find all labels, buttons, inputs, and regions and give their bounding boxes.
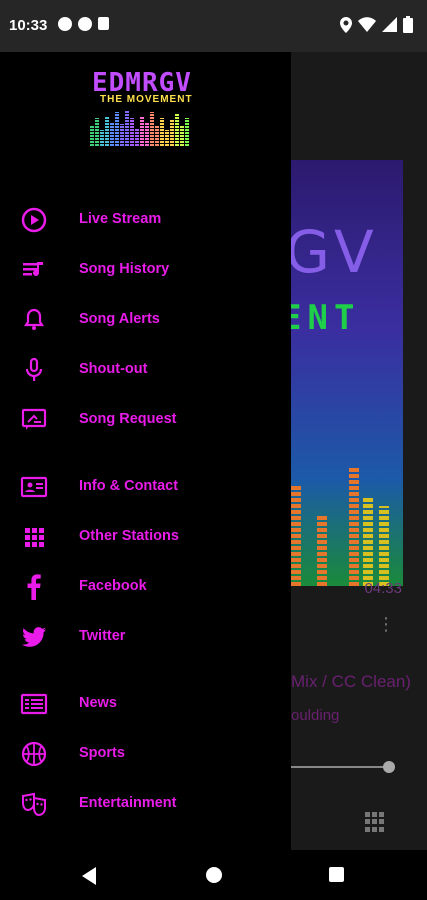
news-icon xyxy=(20,693,48,715)
menu-item-label: Live Stream xyxy=(79,211,162,227)
album-art-title: GV xyxy=(291,218,378,286)
menu-item-song-request[interactable]: Song Request xyxy=(0,398,291,442)
status-right-icons xyxy=(340,16,413,33)
wifi-icon xyxy=(358,17,376,32)
menu-item-label: Sports xyxy=(79,745,125,761)
message-icon xyxy=(21,408,47,430)
menu-item-label: Song History xyxy=(79,261,170,277)
menu-item-song-history[interactable]: Song History xyxy=(0,248,291,292)
artist-name: oulding xyxy=(291,707,340,724)
basketball-icon xyxy=(21,741,47,767)
menu-item-label: Info & Contact xyxy=(79,478,179,494)
microphone-icon xyxy=(25,357,43,381)
album-art-subtitle: ENT xyxy=(291,298,361,338)
record-icon xyxy=(58,17,72,31)
twitter-icon xyxy=(22,627,46,647)
menu-item-twitter[interactable]: Twitter xyxy=(0,615,291,659)
bell-icon xyxy=(23,308,45,330)
menu-item-label: Facebook xyxy=(79,578,147,594)
menu-item-news[interactable]: News xyxy=(0,682,291,726)
back-icon[interactable] xyxy=(82,867,96,885)
menu-item-info-contact[interactable]: Info & Contact xyxy=(0,465,291,509)
more-options-icon[interactable]: ⋮ xyxy=(377,614,395,635)
recent-apps-icon[interactable] xyxy=(329,867,344,882)
menu-item-label: News xyxy=(79,695,117,711)
battery-icon xyxy=(403,16,413,33)
menu-item-facebook[interactable]: Facebook xyxy=(0,565,291,609)
menu-item-label: Twitter xyxy=(79,628,126,644)
menu-item-shout-out[interactable]: Shout-out xyxy=(0,348,291,392)
f-icon xyxy=(78,17,92,31)
menu-item-label: Shout-out xyxy=(79,361,148,377)
home-icon[interactable] xyxy=(206,867,222,883)
status-bar: 10:33 xyxy=(0,0,427,52)
sd-card-icon xyxy=(98,17,109,30)
location-icon xyxy=(340,16,352,33)
seek-bar[interactable] xyxy=(291,761,395,773)
menu-item-label: Song Alerts xyxy=(79,311,160,327)
status-left-icons xyxy=(58,17,109,31)
grid-icon xyxy=(25,528,44,547)
status-time: 10:33 xyxy=(9,17,48,34)
logo-subtitle: THE MOVEMENT xyxy=(100,94,193,105)
grid-icon[interactable] xyxy=(365,812,385,832)
seek-knob[interactable] xyxy=(383,761,395,773)
contact-card-icon xyxy=(20,476,48,498)
track-duration: 04:33 xyxy=(364,580,402,597)
menu-item-label: Song Request xyxy=(79,411,177,427)
playlist-icon xyxy=(23,262,43,277)
logo-equalizer xyxy=(90,108,204,146)
navigation-drawer: EDMRGV THE MOVEMENT Live Stream Song His… xyxy=(0,52,291,850)
menu-item-sports[interactable]: Sports xyxy=(0,732,291,776)
menu-item-live-stream[interactable]: Live Stream xyxy=(0,198,291,242)
song-title: Mix / CC Clean) xyxy=(291,672,411,691)
edmrgv-logo: EDMRGV THE MOVEMENT xyxy=(88,68,206,148)
system-nav-bar xyxy=(0,850,427,900)
menu-item-song-alerts[interactable]: Song Alerts xyxy=(0,298,291,342)
facebook-icon xyxy=(27,574,41,600)
signal-icon xyxy=(382,17,397,32)
menu-item-label: Other Stations xyxy=(79,528,179,544)
theater-masks-icon xyxy=(22,792,46,817)
menu-item-label: Entertainment xyxy=(79,795,177,811)
menu-item-other-stations[interactable]: Other Stations xyxy=(0,515,291,559)
menu-item-entertainment[interactable]: Entertainment xyxy=(0,782,291,826)
play-circle-icon xyxy=(21,207,47,233)
album-art: GV ENT xyxy=(291,160,403,586)
